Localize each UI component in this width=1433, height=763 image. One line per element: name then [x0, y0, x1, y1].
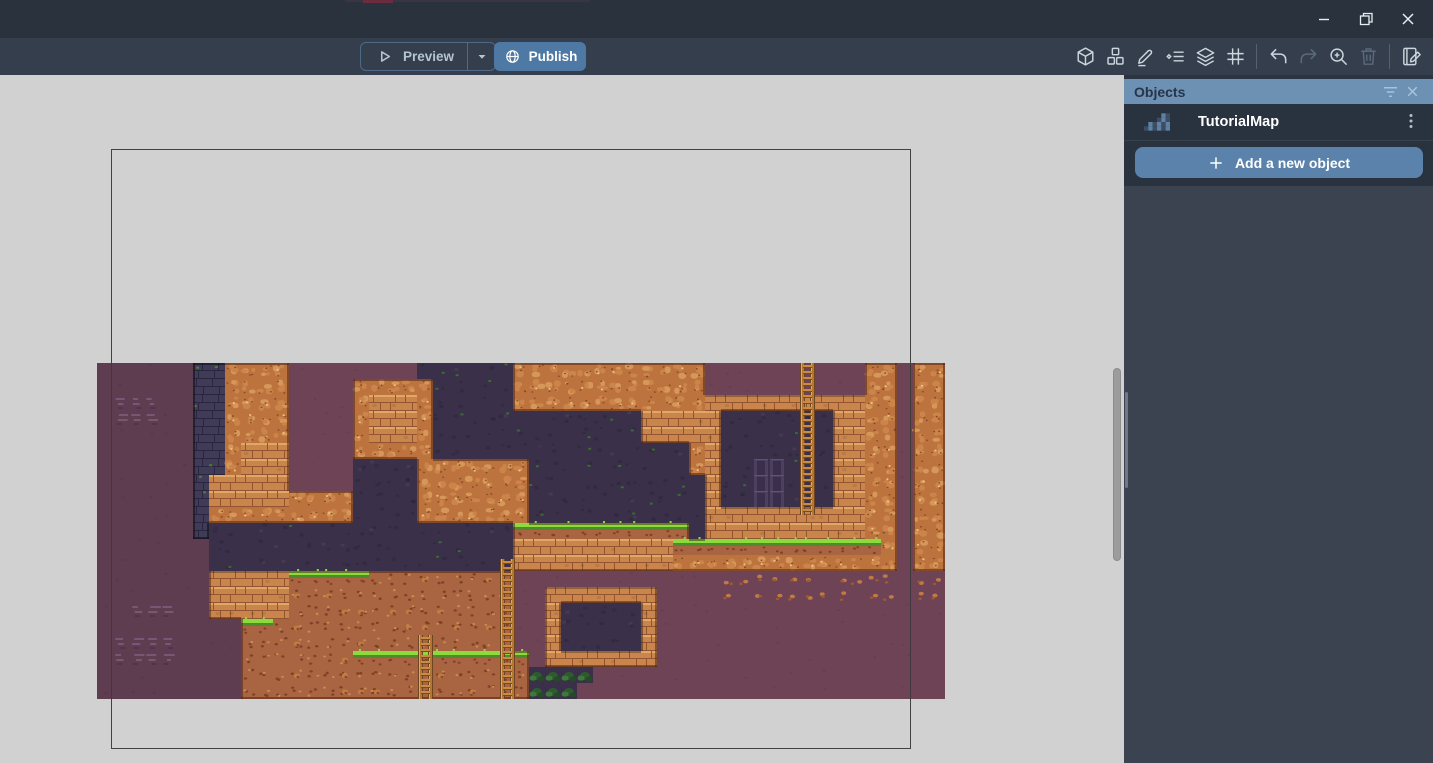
objects-panel-header: Objects [1124, 79, 1433, 104]
restore-button[interactable] [1345, 2, 1387, 36]
toolbar-groups-button[interactable] [1100, 42, 1130, 71]
toolbar-scene-properties-button[interactable] [1396, 42, 1426, 71]
title-bar [0, 0, 1433, 38]
toolbar-edit-button[interactable] [1130, 42, 1160, 71]
globe-icon [503, 47, 522, 66]
toolbar-zoom-button[interactable] [1323, 42, 1353, 71]
objects-filter-button[interactable] [1379, 83, 1401, 101]
object-row-tutorialmap[interactable]: TutorialMap [1124, 104, 1433, 140]
toolbar-separator [1256, 44, 1257, 69]
add-object-label: Add a new object [1235, 155, 1350, 171]
grid-icon [1224, 45, 1247, 68]
object-row-divider [1124, 140, 1433, 141]
edit-icon [1134, 45, 1157, 68]
toolbar-layers-button[interactable] [1190, 42, 1220, 71]
toolbar-icon-group [1070, 42, 1426, 71]
preview-label: Preview [403, 49, 454, 64]
scene-properties-icon [1400, 45, 1423, 68]
minimize-button[interactable] [1303, 2, 1345, 36]
scene-canvas[interactable] [97, 363, 945, 699]
tab-strip-accent [363, 0, 393, 3]
close-button[interactable] [1387, 2, 1429, 36]
instances-list-icon [1164, 45, 1187, 68]
filter-icon [1382, 84, 1399, 99]
canvas-vertical-scrollbar[interactable] [1113, 368, 1121, 561]
objects-panel-close-button[interactable] [1401, 83, 1423, 101]
redo-icon [1297, 45, 1320, 68]
kebab-icon [1409, 113, 1413, 129]
publish-button[interactable]: Publish [494, 42, 586, 71]
restore-icon [1355, 8, 1377, 30]
main-toolbar: Preview Publish [0, 38, 1433, 75]
object-menu-button[interactable] [1399, 113, 1423, 132]
close-icon [1405, 84, 1420, 99]
toolbar-redo-button[interactable] [1293, 42, 1323, 71]
toolbar-instances-button[interactable] [1160, 42, 1190, 71]
toolbar-objects-button[interactable] [1070, 42, 1100, 71]
undo-icon [1267, 45, 1290, 68]
delete-icon [1357, 45, 1380, 68]
add-object-button[interactable]: Add a new object [1135, 147, 1423, 178]
toolbar-grid-button[interactable] [1220, 42, 1250, 71]
toolbar-undo-button[interactable] [1263, 42, 1293, 71]
preview-dropdown-button[interactable] [468, 43, 495, 70]
preview-split-button: Preview [360, 42, 496, 71]
preview-button[interactable]: Preview [361, 43, 467, 70]
objects-icon [1074, 45, 1097, 68]
layers-icon [1194, 45, 1217, 68]
objects-list: TutorialMap Add a new object [1124, 104, 1433, 186]
panel-scrollbar[interactable] [1125, 392, 1128, 488]
app-window: { "window": { "controls": [ {"name": "mi… [0, 0, 1433, 763]
window-controls [1303, 0, 1429, 38]
publish-label: Publish [529, 49, 578, 64]
toolbar-delete-button[interactable] [1353, 42, 1383, 71]
plus-icon [1207, 154, 1225, 172]
toolbar-separator [1389, 44, 1390, 69]
close-icon [1397, 8, 1419, 30]
object-label: TutorialMap [1198, 114, 1399, 130]
minimize-icon [1313, 8, 1335, 30]
zoom-in-icon [1327, 45, 1350, 68]
chevron-down-icon [474, 49, 490, 65]
play-icon [374, 46, 395, 67]
object-groups-icon [1104, 45, 1127, 68]
tilemap-thumbnail-icon [1144, 112, 1170, 132]
objects-panel: Objects TutorialMap Ad [1124, 75, 1433, 763]
objects-panel-title: Objects [1134, 84, 1379, 100]
